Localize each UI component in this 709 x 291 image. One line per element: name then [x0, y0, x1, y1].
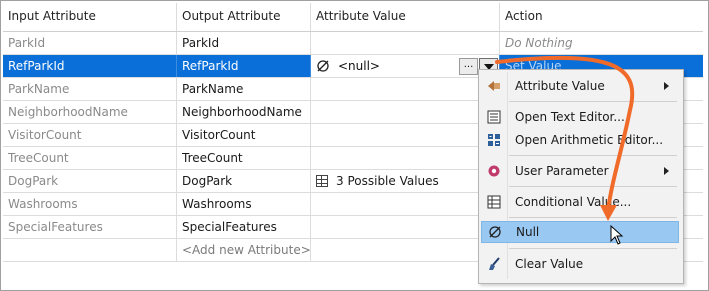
menu-item-label: Clear Value: [515, 257, 584, 271]
attribute-value-text: 3 Possible Values: [336, 174, 439, 188]
output-attribute-cell[interactable]: DogPark: [177, 170, 311, 192]
menu-item-open-text-editor[interactable]: Open Text Editor...: [481, 106, 679, 128]
menu-item-label: Open Text Editor...: [515, 110, 625, 124]
menu-item-conditional-value[interactable]: Conditional Value...: [481, 191, 679, 213]
menu-item-open-arithmetic-editor[interactable]: Open Arithmetic Editor...: [481, 129, 679, 151]
menu-separator: [509, 217, 677, 218]
input-attribute-cell[interactable]: RefParkId: [3, 55, 177, 77]
output-attribute-cell[interactable]: RefParkId: [177, 55, 311, 77]
header-attribute-value[interactable]: Attribute Value: [311, 3, 500, 31]
menu-separator: [509, 248, 677, 249]
open-editor-button[interactable]: ...: [459, 58, 478, 75]
conditional-value-icon: [483, 191, 505, 213]
output-attribute-cell[interactable]: TreeCount: [177, 147, 311, 169]
null-icon: [484, 221, 506, 243]
mouse-cursor-icon: [610, 225, 624, 245]
menu-item-label: Attribute Value: [515, 79, 605, 93]
clear-value-icon: [483, 253, 505, 275]
input-attribute-cell[interactable]: SpecialFeatures: [3, 216, 177, 238]
submenu-arrow-icon: [664, 167, 669, 175]
attribute-value-cell[interactable]: [311, 147, 500, 169]
table-header: Input Attribute Output Attribute Attribu…: [3, 3, 703, 32]
attribute-value-cell[interactable]: [311, 124, 500, 146]
attribute-value-cell[interactable]: [311, 239, 500, 261]
menu-item-null[interactable]: Null: [481, 221, 679, 243]
menu-separator: [509, 186, 677, 187]
input-attribute-cell[interactable]: ParkName: [3, 78, 177, 100]
add-new-attribute[interactable]: <Add new Attribute>: [177, 239, 311, 261]
menu-item-label: Conditional Value...: [515, 195, 632, 209]
attribute-value-cell[interactable]: [311, 78, 500, 100]
attribute-value-cell[interactable]: [311, 32, 500, 54]
input-attribute-cell[interactable]: ParkId: [3, 32, 177, 54]
menu-item-user-parameter[interactable]: User Parameter: [481, 160, 679, 182]
menu-item-attribute-value[interactable]: Attribute Value: [481, 75, 679, 97]
menu-separator: [509, 101, 677, 102]
output-attribute-cell[interactable]: NeighborhoodName: [177, 101, 311, 123]
null-icon: [316, 59, 330, 73]
output-attribute-cell[interactable]: VisitorCount: [177, 124, 311, 146]
arithmetic-editor-icon: [483, 129, 505, 151]
attribute-value-cell[interactable]: 3 Possible Values: [311, 170, 500, 192]
input-attribute-cell[interactable]: TreeCount: [3, 147, 177, 169]
menu-item-label: Open Arithmetic Editor...: [515, 133, 664, 147]
input-attribute-cell[interactable]: VisitorCount: [3, 124, 177, 146]
attribute-value-editor[interactable]: <null> ...: [311, 55, 500, 77]
output-attribute-cell[interactable]: ParkName: [177, 78, 311, 100]
input-attribute-cell[interactable]: [3, 239, 177, 261]
action-cell[interactable]: Do Nothing: [500, 32, 703, 54]
attribute-value-text: <null>: [338, 59, 380, 73]
attribute-value-icon: [483, 75, 505, 97]
input-attribute-cell[interactable]: Washrooms: [3, 193, 177, 215]
table-icon: [316, 175, 328, 187]
header-input-attribute[interactable]: Input Attribute: [3, 3, 177, 31]
menu-item-label: User Parameter: [515, 164, 609, 178]
input-attribute-cell[interactable]: NeighborhoodName: [3, 101, 177, 123]
output-attribute-cell[interactable]: Washrooms: [177, 193, 311, 215]
header-action[interactable]: Action: [500, 3, 703, 31]
submenu-arrow-icon: [664, 82, 669, 90]
menu-item-clear-value[interactable]: Clear Value: [481, 253, 679, 275]
value-context-menu: Attribute Value Open Text Editor... Open…: [478, 69, 684, 284]
table-row[interactable]: ParkId ParkId Do Nothing: [3, 32, 703, 55]
input-attribute-cell[interactable]: DogPark: [3, 170, 177, 192]
output-attribute-cell[interactable]: SpecialFeatures: [177, 216, 311, 238]
menu-separator: [509, 155, 677, 156]
attribute-value-cell[interactable]: [311, 101, 500, 123]
user-parameter-icon: [483, 160, 505, 182]
output-attribute-cell[interactable]: ParkId: [177, 32, 311, 54]
attribute-value-cell[interactable]: [311, 216, 500, 238]
header-output-attribute[interactable]: Output Attribute: [177, 3, 311, 31]
attribute-value-cell[interactable]: [311, 193, 500, 215]
text-editor-icon: [483, 106, 505, 128]
menu-item-label: Null: [516, 225, 540, 239]
